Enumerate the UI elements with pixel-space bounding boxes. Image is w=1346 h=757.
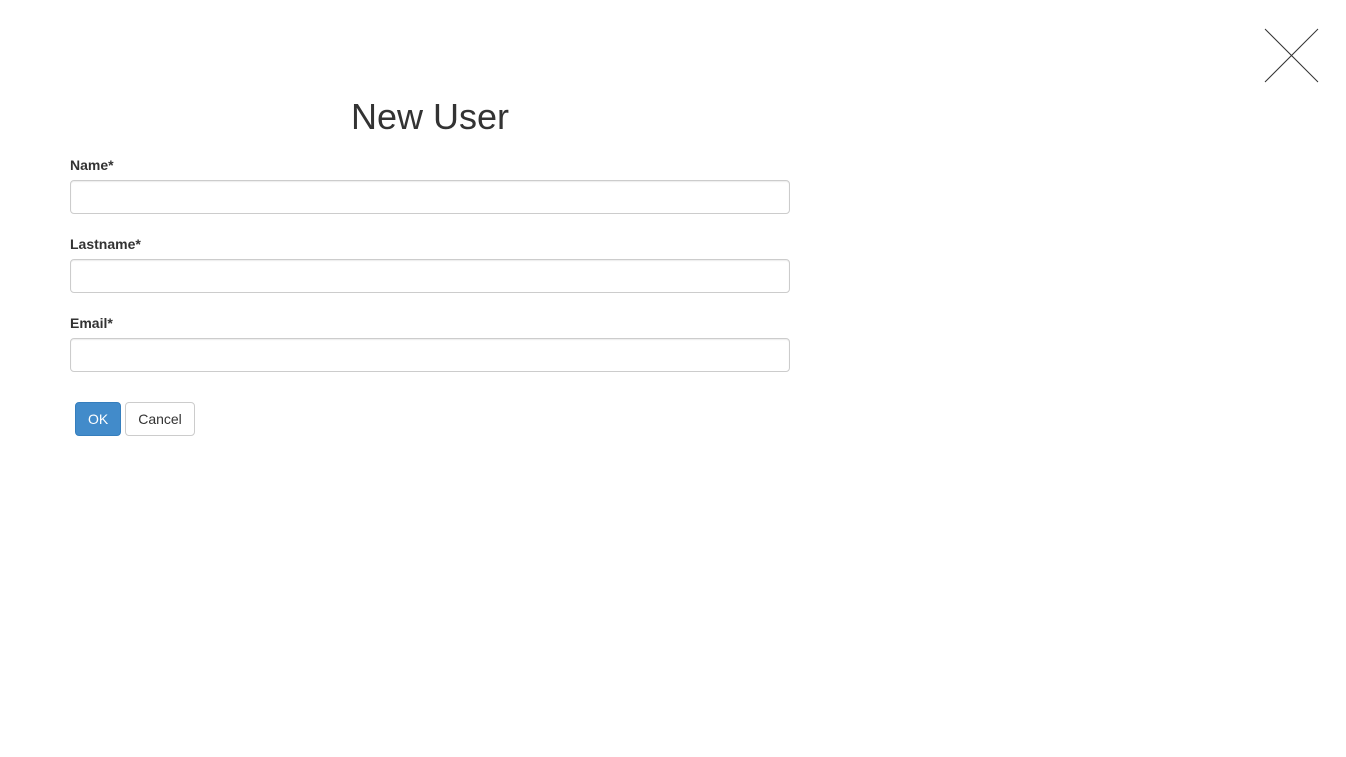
new-user-form: New User Name* Lastname* Email* OK Cance… (70, 96, 790, 436)
cancel-button[interactable]: Cancel (125, 402, 195, 436)
form-actions: OK Cancel (70, 402, 790, 436)
page-title: New User (350, 96, 510, 137)
new-user-dialog: New User Name* Lastname* Email* OK Cance… (0, 0, 1346, 757)
name-label: Name* (70, 157, 114, 173)
close-icon (1264, 28, 1319, 83)
lastname-label: Lastname* (70, 236, 141, 252)
email-input[interactable] (70, 338, 790, 372)
email-field-group: Email* (70, 313, 790, 372)
name-input[interactable] (70, 180, 790, 214)
close-button[interactable] (1264, 28, 1319, 83)
email-label: Email* (70, 315, 113, 331)
lastname-field-group: Lastname* (70, 234, 790, 293)
name-field-group: Name* (70, 155, 790, 214)
lastname-input[interactable] (70, 259, 790, 293)
ok-button[interactable]: OK (75, 402, 121, 436)
